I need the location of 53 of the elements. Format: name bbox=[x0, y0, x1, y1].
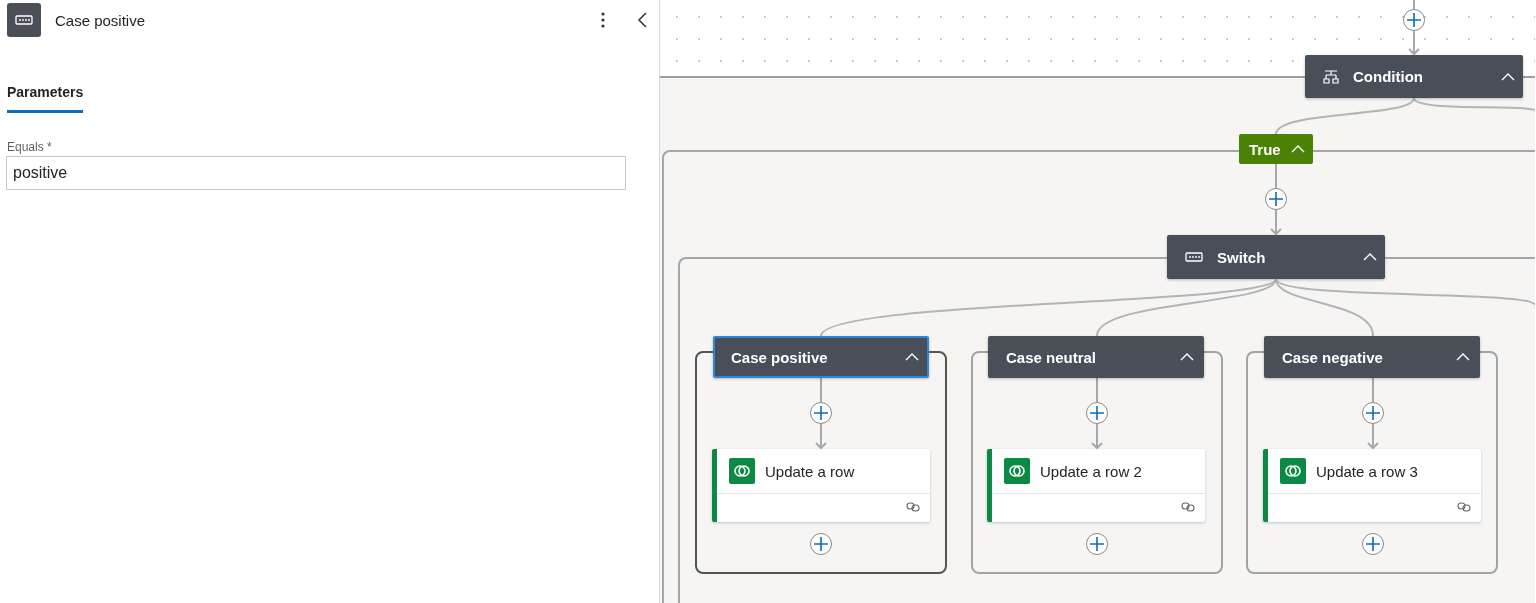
plus-icon bbox=[814, 406, 828, 420]
arrow bbox=[1091, 423, 1103, 450]
action-title: Update a row 3 bbox=[1316, 462, 1418, 480]
add-step-button[interactable] bbox=[1403, 9, 1425, 31]
connector-line bbox=[820, 377, 822, 403]
plus-icon bbox=[1366, 406, 1380, 420]
true-branch-label[interactable]: True bbox=[1239, 134, 1313, 164]
link-icon bbox=[1457, 502, 1471, 512]
action-title: Update a row bbox=[765, 462, 855, 480]
link-icon bbox=[906, 502, 920, 512]
plus-icon bbox=[1407, 13, 1421, 27]
equals-field[interactable]: positive bbox=[6, 156, 626, 190]
branch-title: True bbox=[1249, 140, 1281, 158]
condition-icon bbox=[1323, 69, 1339, 84]
case-node[interactable]: Case negative bbox=[1264, 336, 1480, 378]
caret-icon bbox=[1180, 353, 1194, 361]
caret-icon bbox=[1456, 353, 1470, 361]
plus-icon bbox=[814, 537, 828, 551]
plus-icon bbox=[1269, 192, 1283, 206]
link-icon bbox=[1181, 502, 1195, 512]
node-title: Switch bbox=[1217, 248, 1267, 266]
connector-line bbox=[1372, 377, 1374, 403]
plus-icon bbox=[1090, 537, 1104, 551]
arrow bbox=[1270, 209, 1282, 236]
case-node[interactable]: Case positive bbox=[713, 336, 929, 378]
caret-icon bbox=[1291, 145, 1305, 153]
arrow bbox=[1408, 30, 1420, 56]
plus-icon bbox=[1366, 537, 1380, 551]
action-card[interactable]: Update a row bbox=[712, 449, 930, 522]
panel-title: Case positive bbox=[55, 11, 147, 29]
node-title: Condition bbox=[1353, 68, 1424, 85]
node-title: Case negative bbox=[1282, 348, 1384, 366]
connector-line bbox=[1275, 163, 1277, 189]
field-label: Equals * bbox=[7, 140, 53, 154]
switch-node[interactable]: Switch bbox=[1167, 235, 1385, 279]
action-title: Update a row 2 bbox=[1040, 462, 1142, 480]
connector-line bbox=[1096, 377, 1098, 403]
caret-icon bbox=[1501, 72, 1515, 81]
node-title: Case positive bbox=[731, 348, 829, 366]
parameters-tab[interactable]: Parameters bbox=[7, 84, 84, 113]
arrow bbox=[1367, 423, 1379, 450]
connector-line bbox=[1413, 0, 1415, 10]
caret-icon bbox=[905, 353, 919, 361]
action-card[interactable]: Update a row 2 bbox=[987, 449, 1205, 522]
condition-node[interactable]: Condition bbox=[1305, 55, 1523, 98]
action-card[interactable]: Update a row 3 bbox=[1263, 449, 1481, 522]
node-title: Case neutral bbox=[1006, 348, 1098, 366]
caret-icon bbox=[1363, 253, 1377, 261]
switch-icon bbox=[15, 15, 33, 25]
switch-icon bbox=[1185, 252, 1203, 262]
arrow bbox=[815, 423, 827, 450]
case-node[interactable]: Case neutral bbox=[988, 336, 1204, 378]
plus-icon bbox=[1090, 406, 1104, 420]
